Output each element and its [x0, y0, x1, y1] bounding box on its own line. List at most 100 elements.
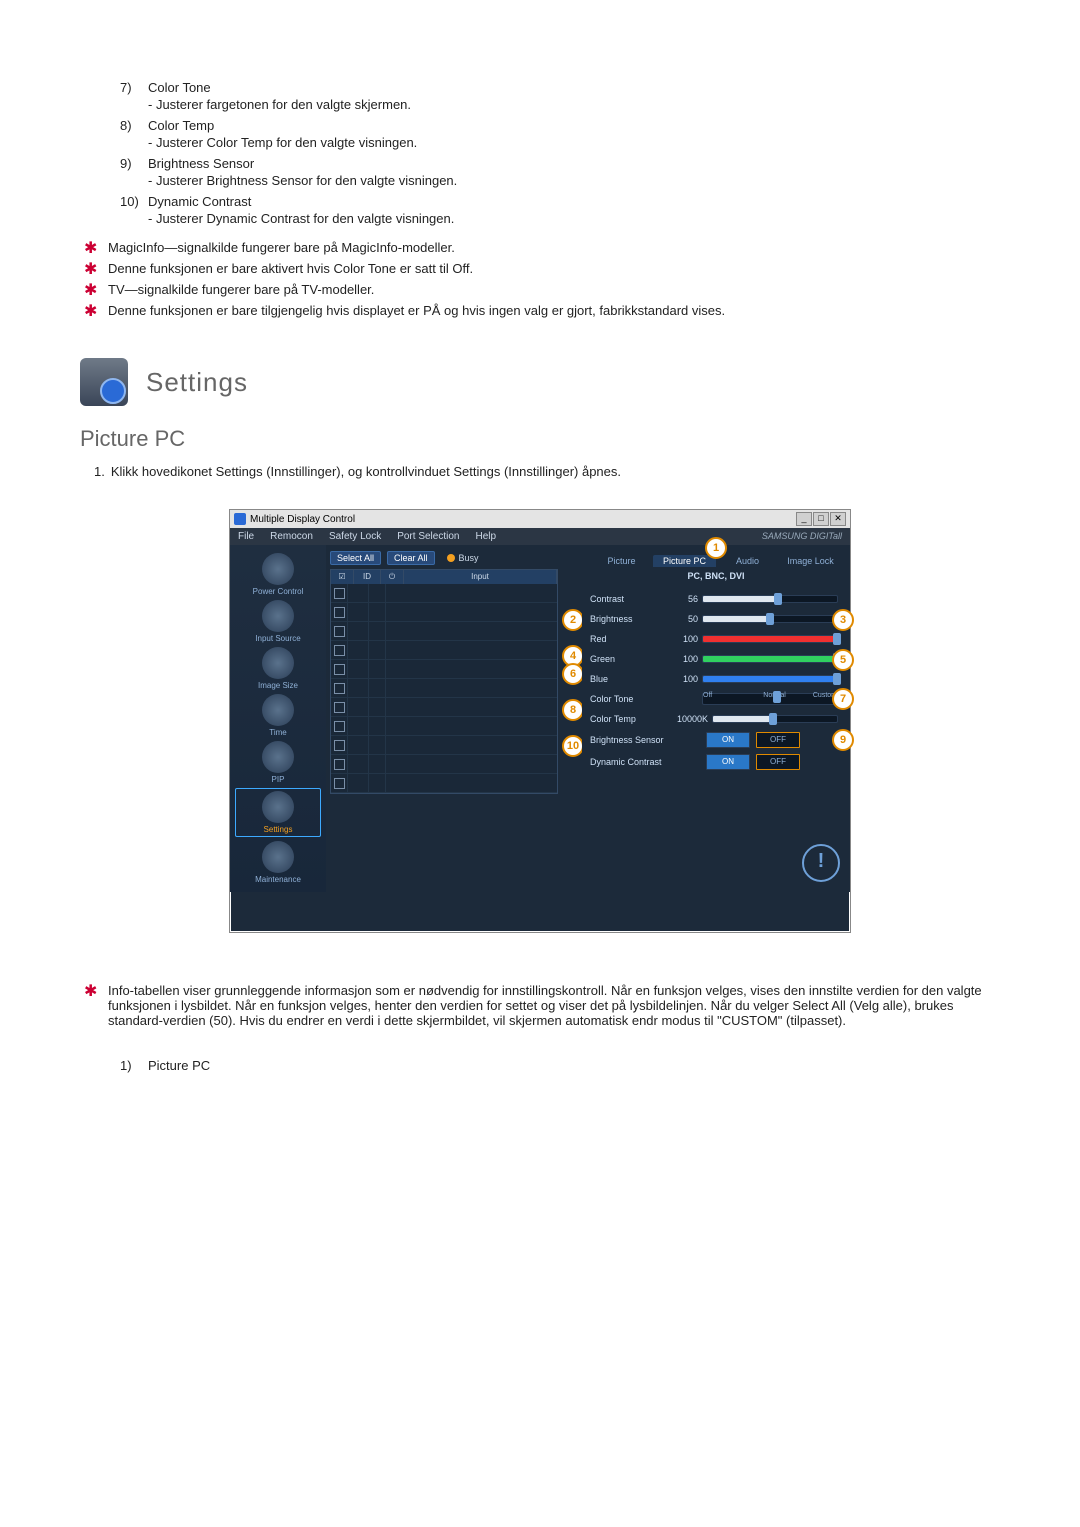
- contrast-slider[interactable]: [702, 595, 838, 603]
- nav-image-size[interactable]: Image Size: [238, 647, 318, 690]
- panel-subtitle: PC, BNC, DVI: [590, 571, 842, 581]
- note: Info-tabellen viser grunnleggende inform…: [80, 983, 1000, 1028]
- brightness-row: Brightness503: [590, 609, 842, 629]
- col-check[interactable]: ☑: [331, 570, 354, 584]
- color-tone-slider[interactable]: OffNormalCustom: [702, 693, 838, 705]
- bs-off-button[interactable]: OFF: [756, 732, 800, 748]
- tab-audio[interactable]: Audio: [716, 555, 779, 567]
- table-row[interactable]: [331, 679, 557, 698]
- tab-image-lock[interactable]: Image Lock: [779, 555, 842, 567]
- nav-maintenance[interactable]: Maintenance: [238, 841, 318, 884]
- maximize-button[interactable]: □: [813, 512, 829, 526]
- color-temp-slider[interactable]: [712, 715, 838, 723]
- callout-8: 8: [562, 699, 584, 721]
- callout-3: 3: [832, 609, 854, 631]
- color-tone-row: Color ToneOffNormalCustom7: [590, 689, 842, 709]
- col-input: Input: [404, 570, 557, 584]
- mdc-window: Multiple Display Control _ □ ✕ File Remo…: [229, 509, 851, 933]
- row-checkbox[interactable]: [331, 698, 348, 716]
- size-icon: [262, 647, 294, 679]
- col-id: ID: [354, 570, 381, 584]
- close-button[interactable]: ✕: [830, 512, 846, 526]
- table-row[interactable]: [331, 717, 557, 736]
- note: Denne funksjonen er bare aktivert hvis C…: [80, 261, 1000, 276]
- row-checkbox[interactable]: [331, 584, 348, 602]
- table-row[interactable]: [331, 641, 557, 660]
- row-checkbox[interactable]: [331, 755, 348, 773]
- green-row: Green1005: [590, 649, 842, 669]
- section-header: Settings: [80, 358, 1000, 406]
- tab-picture[interactable]: Picture: [590, 555, 653, 567]
- table-row[interactable]: [331, 755, 557, 774]
- callout-6: 6: [562, 663, 584, 685]
- table-row[interactable]: [331, 736, 557, 755]
- nav-pip[interactable]: PIP: [238, 741, 318, 784]
- subsection-title: Picture PC: [80, 426, 1000, 452]
- menu-remocon[interactable]: Remocon: [262, 528, 321, 545]
- titlebar: Multiple Display Control _ □ ✕: [230, 510, 850, 528]
- row-checkbox[interactable]: [331, 622, 348, 640]
- bottom-star-notes: Info-tabellen viser grunnleggende inform…: [80, 983, 1000, 1028]
- row-checkbox[interactable]: [331, 603, 348, 621]
- col-power: ⏻: [381, 570, 404, 584]
- step-1: 1.Klikk hovedikonet Settings (Innstillin…: [80, 464, 1000, 479]
- blue-row: Blue100: [590, 669, 842, 689]
- info-icon[interactable]: !: [802, 844, 840, 882]
- menu-safety-lock[interactable]: Safety Lock: [321, 528, 389, 545]
- tab-picture-pc[interactable]: Picture PC: [653, 555, 716, 567]
- row-checkbox[interactable]: [331, 736, 348, 754]
- row-checkbox[interactable]: [331, 641, 348, 659]
- nav-settings[interactable]: Settings: [235, 788, 321, 837]
- nav-time[interactable]: Time: [238, 694, 318, 737]
- green-slider[interactable]: [702, 655, 838, 663]
- table-row[interactable]: [331, 584, 557, 603]
- callout-column: 246810: [562, 545, 582, 892]
- dynamic-contrast-row: Dynamic Contrast ON OFF: [590, 751, 842, 773]
- row-checkbox[interactable]: [331, 679, 348, 697]
- settings-panel: 1 Picture Picture PC Audio Image Lock PC…: [582, 545, 850, 892]
- red-slider[interactable]: [702, 635, 838, 643]
- callout-1: 1: [705, 537, 727, 559]
- top-star-notes: MagicInfo—signalkilde fungerer bare på M…: [80, 240, 1000, 318]
- row-checkbox[interactable]: [331, 660, 348, 678]
- blue-slider[interactable]: [702, 675, 838, 683]
- table-row[interactable]: [331, 774, 557, 793]
- callout-2: 2: [562, 609, 584, 631]
- source-icon: [262, 600, 294, 632]
- nav-input-source[interactable]: Input Source: [238, 600, 318, 643]
- row-checkbox[interactable]: [331, 774, 348, 792]
- busy-indicator: Busy: [447, 553, 479, 563]
- table-row[interactable]: [331, 660, 557, 679]
- section-title: Settings: [146, 367, 248, 398]
- callout-10: 10: [562, 735, 584, 757]
- table-row[interactable]: [331, 622, 557, 641]
- nav-power-control[interactable]: Power Control: [238, 553, 318, 596]
- table-row[interactable]: [331, 603, 557, 622]
- dc-off-button[interactable]: OFF: [756, 754, 800, 770]
- clear-all-button[interactable]: Clear All: [387, 551, 435, 565]
- dc-on-button[interactable]: ON: [706, 754, 750, 770]
- note: MagicInfo—signalkilde fungerer bare på M…: [80, 240, 1000, 255]
- time-icon: [262, 694, 294, 726]
- app-icon: [234, 513, 246, 525]
- maintenance-icon: [262, 841, 294, 873]
- row-checkbox[interactable]: [331, 717, 348, 735]
- color-temp-row: Color Temp10000K: [590, 709, 842, 729]
- device-grid: ☑ ID ⏻ Input: [330, 569, 558, 794]
- table-row[interactable]: [331, 698, 557, 717]
- menu-port-selection[interactable]: Port Selection: [389, 528, 467, 545]
- power-icon: [262, 553, 294, 585]
- center-panel: Select All Clear All Busy ☑ ID ⏻ Input: [326, 545, 562, 892]
- brand-text: SAMSUNG DIGITall: [754, 528, 850, 545]
- top-numbered-list: 7)Color Tone- Justerer fargetonen for de…: [80, 80, 1000, 226]
- brightness-slider[interactable]: [702, 615, 838, 623]
- menu-help[interactable]: Help: [467, 528, 504, 545]
- settings-icon: [80, 358, 128, 406]
- final-numbered-list: 1)Picture PC: [80, 1058, 1000, 1075]
- minimize-button[interactable]: _: [796, 512, 812, 526]
- bs-on-button[interactable]: ON: [706, 732, 750, 748]
- select-all-button[interactable]: Select All: [330, 551, 381, 565]
- settings-nav-icon: [262, 791, 294, 823]
- menu-file[interactable]: File: [230, 528, 262, 545]
- note: TV—signalkilde fungerer bare på TV-model…: [80, 282, 1000, 297]
